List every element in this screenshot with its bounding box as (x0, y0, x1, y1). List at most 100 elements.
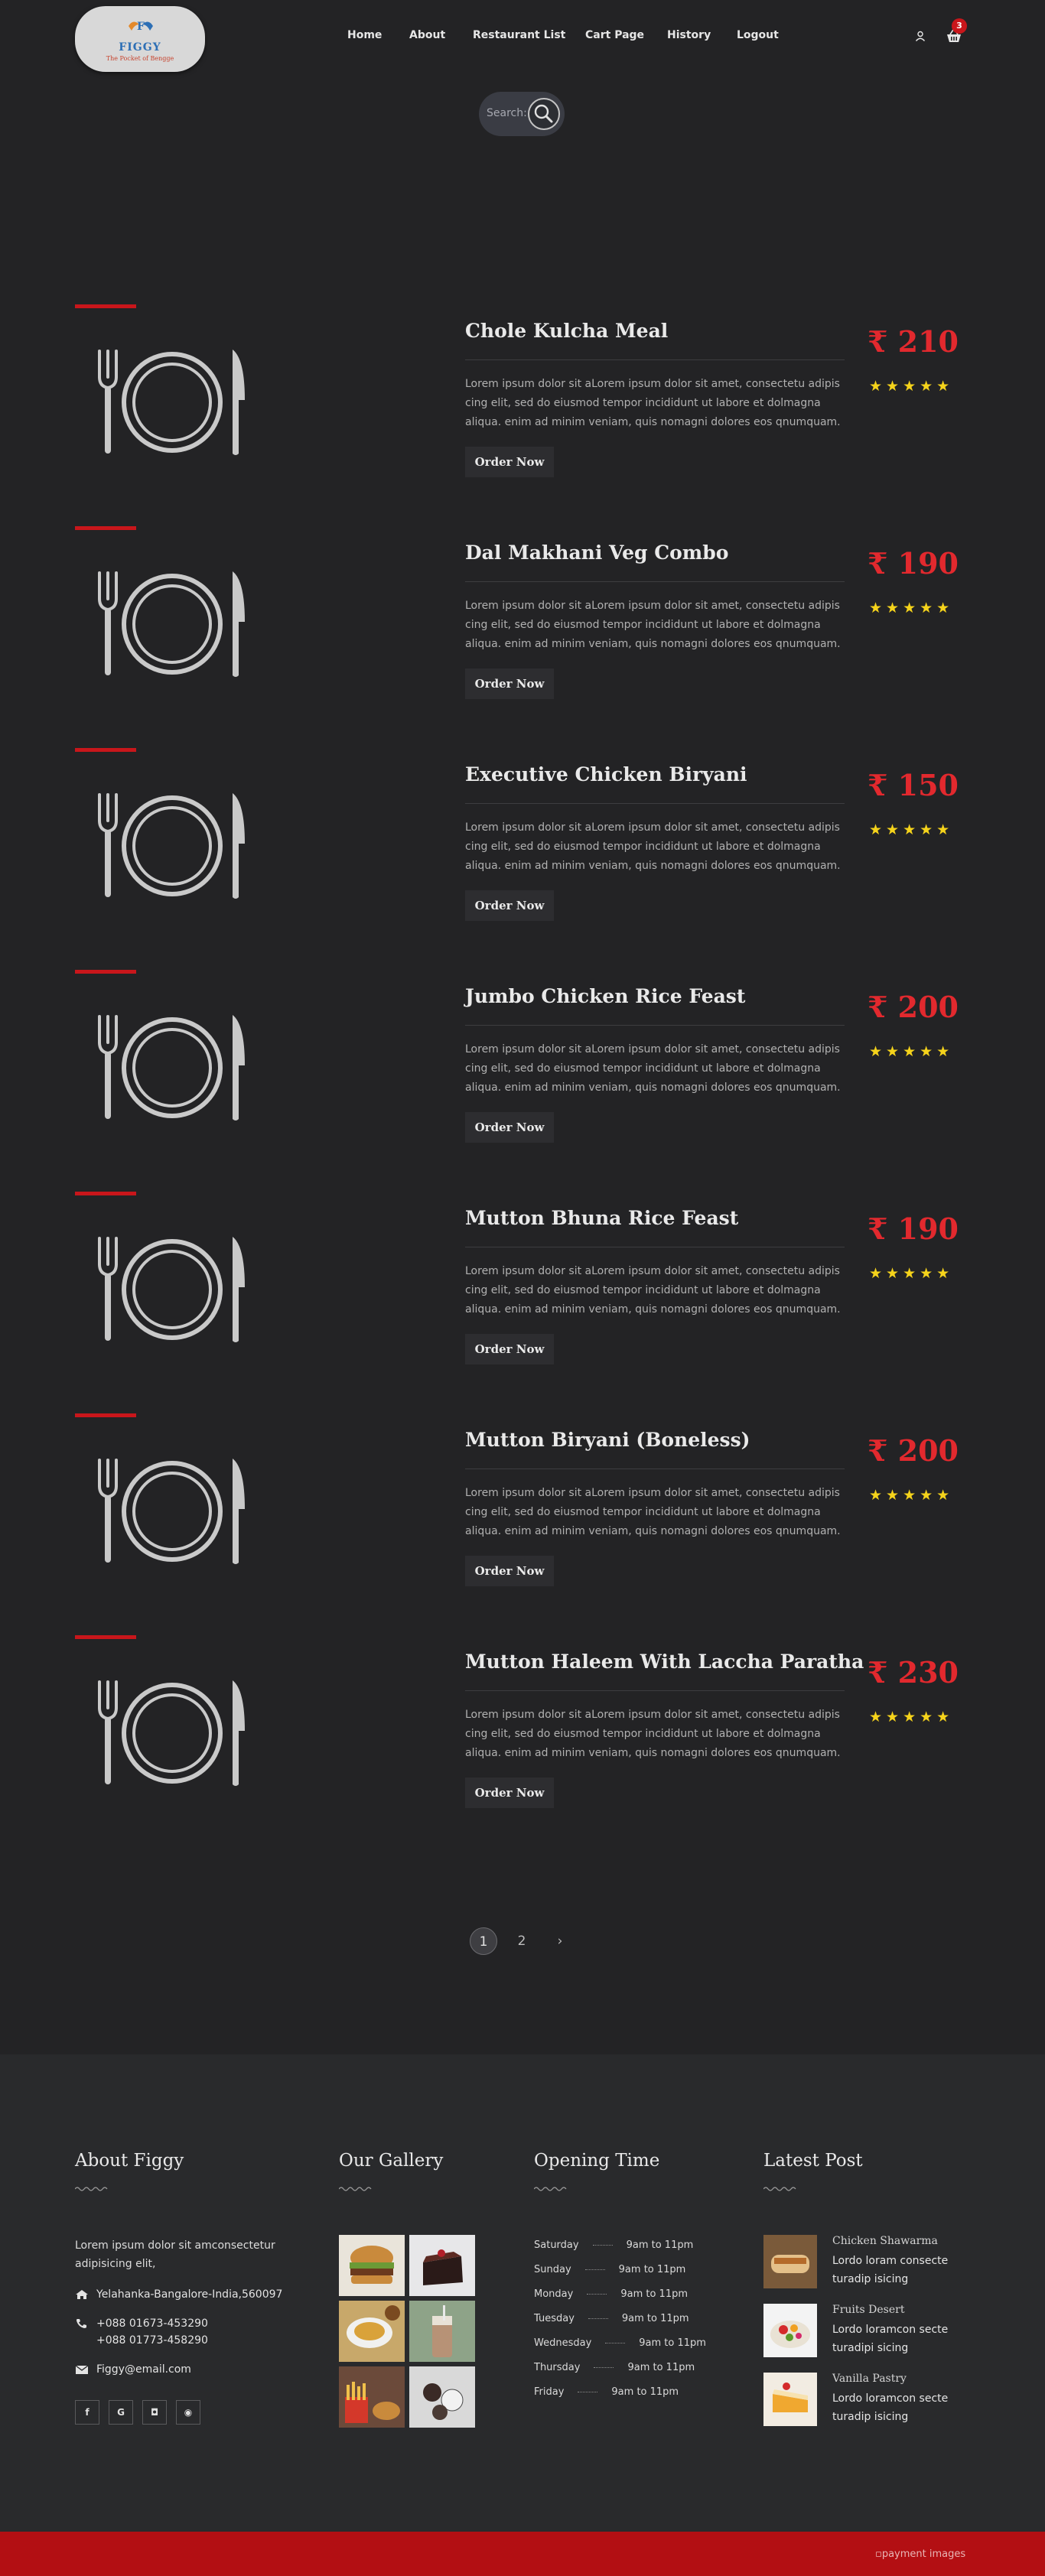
dish-description: Lorem ipsum dolor sit aLorem ipsum dolor… (465, 1265, 841, 1316)
menu-item: Chole Kulcha Meal Lorem ipsum dolor sit … (0, 304, 1045, 526)
next-page-button[interactable]: › (546, 1927, 574, 1955)
gallery-image-burger[interactable] (339, 2235, 405, 2296)
dish-description: Lorem ipsum dolor sit aLorem ipsum dolor… (465, 1043, 841, 1094)
post-thumbnail (763, 2373, 817, 2426)
order-now-button[interactable]: Order Now (465, 447, 554, 477)
gallery-image-fries[interactable] (339, 2366, 405, 2428)
page-2-button[interactable]: 2 (508, 1927, 536, 1955)
divider (465, 1690, 845, 1691)
rating-stars: ★★★★★ (869, 821, 954, 838)
phone-2: +088 01773-458290 (96, 2334, 208, 2347)
latest-post-item[interactable]: Chicken Shawarma Lordo loram consecte tu… (763, 2235, 962, 2293)
search-button[interactable] (528, 98, 560, 130)
plate-cutlery-icon (98, 1680, 245, 1786)
order-now-button[interactable]: Order Now (465, 890, 554, 921)
gallery-image-drink[interactable] (409, 2301, 475, 2362)
search-icon (534, 104, 553, 123)
dotted-leader (592, 2245, 613, 2246)
nav-home[interactable]: Home (347, 29, 382, 41)
email: Figgy@email.com (75, 2363, 191, 2376)
email-text: Figgy@email.com (96, 2363, 191, 2376)
dessert-image (423, 2383, 464, 2420)
about-title: About Figgy (75, 2151, 184, 2171)
brand-tagline: The Pocket of Bengge (106, 55, 174, 62)
google-icon[interactable]: G (109, 2400, 133, 2425)
shawarma-image (771, 2255, 809, 2273)
user-icon[interactable] (915, 31, 926, 41)
opening-hours-row: Friday 9am to 11pm (534, 2386, 679, 2398)
order-now-button[interactable]: Order Now (465, 668, 554, 699)
menu-item: Mutton Biryani (Boneless) Lorem ipsum do… (0, 1413, 1045, 1635)
home-icon (76, 2290, 88, 2299)
dish-title: Chole Kulcha Meal (465, 320, 669, 342)
divider (465, 1025, 845, 1026)
order-now-button[interactable]: Order Now (465, 1778, 554, 1808)
page-1-button[interactable]: 1 (470, 1927, 497, 1955)
post-thumbnail (763, 2304, 817, 2357)
nav-restaurant-list[interactable]: Restaurant List (473, 29, 565, 41)
rating-stars: ★★★★★ (869, 1265, 954, 1282)
cart-count-badge: 3 (952, 18, 967, 34)
post-title: Chicken Shawarma (832, 2235, 938, 2247)
plate-cutlery-icon (98, 350, 245, 455)
gallery-image-cake[interactable] (409, 2235, 475, 2296)
dish-description: Lorem ipsum dolor sit aLorem ipsum dolor… (465, 821, 841, 872)
dish-title: Mutton Bhuna Rice Feast (465, 1207, 739, 1229)
rss-icon[interactable]: ◉ (176, 2400, 200, 2425)
instagram-icon[interactable]: ◘ (142, 2400, 167, 2425)
accent-line (75, 304, 136, 308)
burger-image (350, 2246, 394, 2284)
dish-price: ₹ 200 (868, 1433, 959, 1468)
accent-line (75, 748, 136, 752)
dotted-leader (588, 2318, 608, 2319)
time-label: 9am to 11pm (621, 2313, 689, 2324)
gallery-image-dessert[interactable] (409, 2366, 475, 2428)
gallery-image-platter[interactable] (339, 2301, 405, 2362)
cake-image (423, 2249, 463, 2285)
nav-cart-page[interactable]: Cart Page (585, 29, 644, 41)
time-label: 9am to 11pm (639, 2337, 706, 2349)
facebook-icon[interactable]: f (75, 2400, 99, 2425)
time-label: 9am to 11pm (627, 2362, 695, 2373)
latest-post-item[interactable]: Fruits Desert Lordo loramcon secte turad… (763, 2304, 962, 2362)
fries-image (345, 2382, 400, 2423)
payment-images: ▫payment images (875, 2548, 965, 2560)
squiggle-divider (534, 2187, 567, 2191)
opening-hours-row: Tuesday 9am to 11pm (534, 2313, 689, 2324)
post-thumbnail (763, 2235, 817, 2288)
about-text: Lorem ipsum dolor sit amconsectetur adip… (75, 2239, 275, 2270)
squiggle-divider (75, 2187, 108, 2191)
latest-post-title: Latest Post (763, 2151, 863, 2171)
payment-alt-text: payment images (881, 2548, 966, 2560)
opening-hours-row: Saturday 9am to 11pm (534, 2239, 693, 2251)
day-label: Wednesday (534, 2337, 592, 2349)
platter-image (347, 2305, 400, 2348)
day-label: Sunday (534, 2264, 571, 2275)
dish-price: ₹ 230 (868, 1655, 959, 1690)
accent-line (75, 970, 136, 974)
dish-title: Dal Makhani Veg Combo (465, 542, 729, 564)
gallery-title: Our Gallery (339, 2151, 444, 2171)
order-now-button[interactable]: Order Now (465, 1556, 554, 1586)
day-label: Saturday (534, 2239, 579, 2251)
address-text: Yelahanka-Bangalore-India,560097 (96, 2288, 283, 2301)
menu-item: Mutton Haleem With Laccha Paratha Lorem … (0, 1635, 1045, 1857)
divider (465, 803, 845, 804)
order-now-button[interactable]: Order Now (465, 1334, 554, 1364)
plate-cutlery-icon (98, 1015, 245, 1120)
order-now-button[interactable]: Order Now (465, 1112, 554, 1143)
menu-item: Executive Chicken Biryani Lorem ipsum do… (0, 748, 1045, 970)
divider (465, 359, 845, 360)
accent-line (75, 526, 136, 530)
search-box[interactable]: Search: (479, 92, 565, 136)
plate-cutlery-icon (98, 571, 245, 677)
time-label: 9am to 11pm (626, 2239, 694, 2251)
nav-history[interactable]: History (667, 29, 711, 41)
dish-description: Lorem ipsum dolor sit aLorem ipsum dolor… (465, 378, 841, 428)
post-text: Lordo loramcon secte turadipi sicing (832, 2324, 949, 2354)
nav-about[interactable]: About (409, 29, 445, 41)
nav-logout[interactable]: Logout (737, 29, 779, 41)
latest-post-item[interactable]: Vanilla Pastry Lordo loramcon secte tura… (763, 2373, 962, 2431)
dish-price: ₹ 200 (868, 990, 959, 1024)
accent-line (75, 1192, 136, 1195)
